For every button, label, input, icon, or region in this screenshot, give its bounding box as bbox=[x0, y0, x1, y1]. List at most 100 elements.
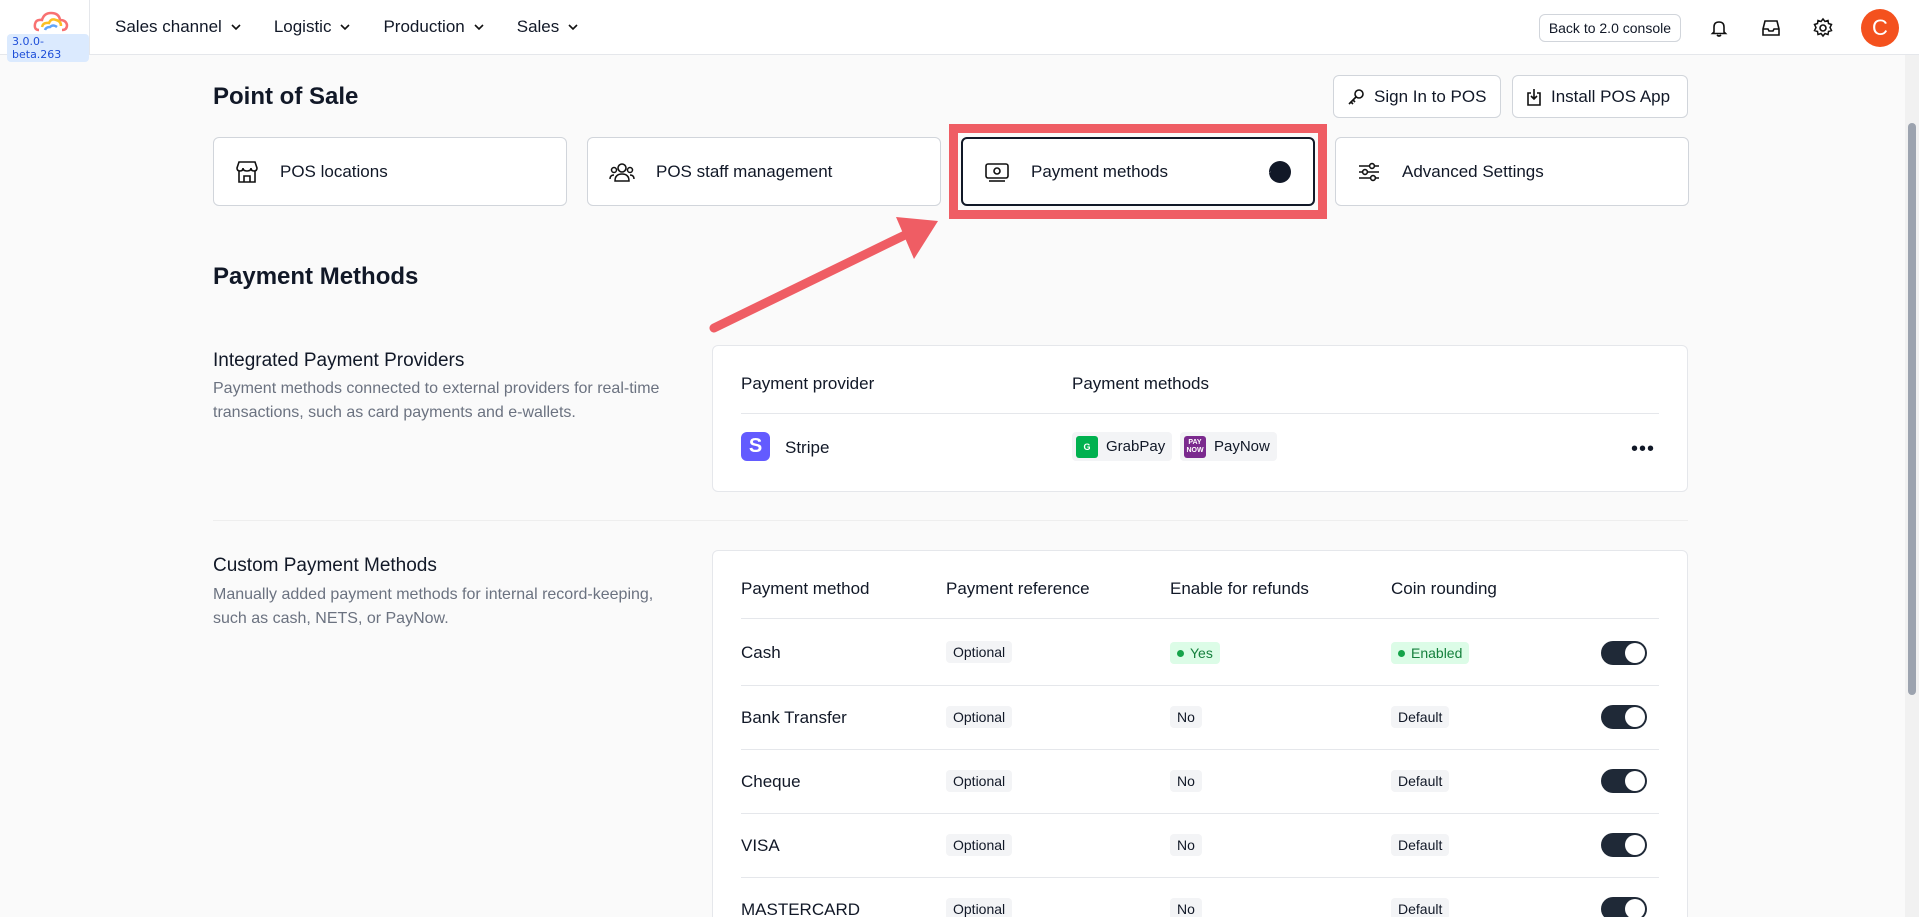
nav-label: Logistic bbox=[273, 17, 332, 36]
rounding-chip: Default bbox=[1391, 770, 1450, 792]
install-icon bbox=[1527, 88, 1541, 106]
users-icon bbox=[609, 162, 635, 182]
method-chip-grabpay: G GrabPay bbox=[1072, 432, 1173, 461]
refunds-chip: No bbox=[1170, 770, 1202, 792]
row-cash-toggle[interactable] bbox=[1601, 641, 1647, 665]
cloud-logo-icon bbox=[33, 11, 69, 31]
chevron-down-icon bbox=[474, 24, 484, 31]
inbox-icon bbox=[1762, 19, 1780, 36]
section-divider bbox=[213, 520, 1688, 521]
install-label: Install POS App bbox=[1551, 86, 1671, 106]
chevron-down-icon bbox=[231, 24, 241, 31]
reference-chip: Optional bbox=[946, 834, 1013, 856]
divider bbox=[741, 813, 1659, 814]
gear-icon bbox=[1813, 17, 1833, 37]
nav-production[interactable]: Production bbox=[383, 17, 484, 37]
sliders-icon bbox=[1359, 162, 1379, 181]
scrollbar[interactable] bbox=[1905, 55, 1919, 917]
reference-chip: Optional bbox=[946, 898, 1013, 917]
sign-in-label: Sign In to POS bbox=[1374, 86, 1487, 106]
sign-in-pos-button[interactable]: Sign In to POS bbox=[1333, 75, 1501, 118]
row-mastercard-toggle[interactable] bbox=[1601, 897, 1647, 917]
method-label: GrabPay bbox=[1106, 438, 1166, 455]
more-options-button[interactable]: ••• bbox=[1631, 438, 1655, 461]
row-cash-name: Cash bbox=[741, 643, 781, 662]
tab-pos-locations[interactable]: POS locations bbox=[213, 137, 567, 206]
scrollbar-thumb[interactable] bbox=[1908, 123, 1916, 695]
back-to-console-button[interactable]: Back to 2.0 console bbox=[1538, 13, 1681, 42]
reference-chip: Optional bbox=[946, 770, 1013, 792]
refunds-chip: No bbox=[1170, 898, 1202, 917]
nav-sales-channel[interactable]: Sales channel bbox=[115, 17, 242, 37]
tab-label: Payment methods bbox=[1031, 161, 1169, 181]
notifications-button[interactable] bbox=[1705, 14, 1733, 42]
divider bbox=[741, 877, 1659, 878]
grabpay-logo-icon: G bbox=[1076, 435, 1098, 458]
row-visa-name: VISA bbox=[741, 836, 780, 855]
cash-icon bbox=[985, 162, 1009, 182]
divider bbox=[741, 685, 1659, 686]
row-bank-transfer-name: Bank Transfer bbox=[741, 708, 847, 727]
main-nav: Sales channel Logistic Production Sales bbox=[115, 17, 611, 37]
method-label: PayNow bbox=[1214, 438, 1270, 455]
section-title: Payment Methods bbox=[213, 263, 419, 290]
user-avatar[interactable]: C bbox=[1861, 8, 1899, 47]
top-nav-bar: 3.0.0-beta.263 Sales channel Logistic Pr… bbox=[0, 0, 1919, 62]
inbox-button[interactable] bbox=[1757, 14, 1785, 42]
row-cheque-toggle[interactable] bbox=[1601, 769, 1647, 793]
key-icon bbox=[1348, 88, 1364, 105]
paynow-logo-icon: PAY NOW bbox=[1184, 435, 1206, 458]
chevron-down-icon bbox=[340, 24, 351, 31]
nav-sales[interactable]: Sales bbox=[517, 17, 580, 37]
custom-methods-panel: Payment method Payment reference Enable … bbox=[712, 550, 1688, 917]
integrated-providers-desc: Payment methods connected to external pr… bbox=[213, 380, 660, 421]
row-mastercard-name: MASTERCARD bbox=[741, 900, 861, 917]
row-cheque-name: Cheque bbox=[741, 772, 801, 791]
store-icon bbox=[236, 160, 258, 183]
col-payment-method: Payment method bbox=[741, 579, 870, 598]
divider bbox=[741, 749, 1659, 750]
nav-logistic[interactable]: Logistic bbox=[274, 17, 352, 37]
custom-methods-title: Custom Payment Methods bbox=[213, 555, 437, 576]
row-bank-transfer-toggle[interactable] bbox=[1601, 705, 1647, 729]
bell-icon bbox=[1710, 20, 1728, 37]
nav-label: Sales bbox=[516, 17, 560, 36]
arrow-annotation-icon bbox=[709, 217, 938, 333]
rounding-chip: Default bbox=[1391, 706, 1450, 728]
nav-label: Production bbox=[383, 17, 465, 36]
row-visa-toggle[interactable] bbox=[1601, 833, 1647, 857]
col-coin-rounding: Coin rounding bbox=[1391, 579, 1497, 598]
refunds-chip: No bbox=[1170, 706, 1202, 728]
install-pos-app-button[interactable]: Install POS App bbox=[1512, 75, 1688, 118]
refunds-chip: Yes bbox=[1170, 642, 1220, 664]
col-payment-methods: Payment methods bbox=[1072, 374, 1210, 393]
provider-name: Stripe bbox=[785, 438, 830, 457]
integrated-providers-title: Integrated Payment Providers bbox=[213, 350, 465, 371]
method-chip-paynow: PAY NOW PayNow bbox=[1180, 432, 1277, 461]
custom-methods-desc: Manually added payment methods for inter… bbox=[213, 586, 654, 627]
settings-button[interactable] bbox=[1809, 14, 1837, 42]
tab-payment-methods[interactable]: Payment methods bbox=[961, 137, 1315, 206]
version-badge: 3.0.0-beta.263 bbox=[7, 33, 89, 62]
rounding-chip: Enabled bbox=[1391, 642, 1470, 664]
tab-advanced-settings[interactable]: Advanced Settings bbox=[1335, 137, 1689, 206]
rounding-chip: Default bbox=[1391, 834, 1450, 856]
refunds-chip: No bbox=[1170, 834, 1202, 856]
tab-label: POS locations bbox=[280, 161, 388, 181]
tab-label: Advanced Settings bbox=[1402, 161, 1544, 181]
divider bbox=[741, 618, 1659, 619]
reference-chip: Optional bbox=[946, 706, 1013, 728]
topbar-actions: Back to 2.0 console C bbox=[1538, 0, 1919, 55]
tab-pos-staff-management[interactable]: POS staff management bbox=[587, 137, 941, 206]
col-payment-reference: Payment reference bbox=[946, 579, 1090, 598]
chevron-down-icon bbox=[568, 24, 578, 31]
tab-label: POS staff management bbox=[656, 161, 833, 181]
rounding-chip: Default bbox=[1391, 898, 1450, 917]
logo[interactable]: 3.0.0-beta.263 bbox=[0, 0, 90, 62]
col-payment-provider: Payment provider bbox=[741, 374, 875, 393]
reference-chip: Optional bbox=[946, 641, 1013, 663]
nav-label: Sales channel bbox=[115, 17, 222, 36]
integrated-providers-panel: Payment provider Payment methods S Strip… bbox=[712, 345, 1688, 492]
check-icon bbox=[1269, 161, 1291, 183]
stripe-logo-icon: S bbox=[741, 432, 770, 461]
